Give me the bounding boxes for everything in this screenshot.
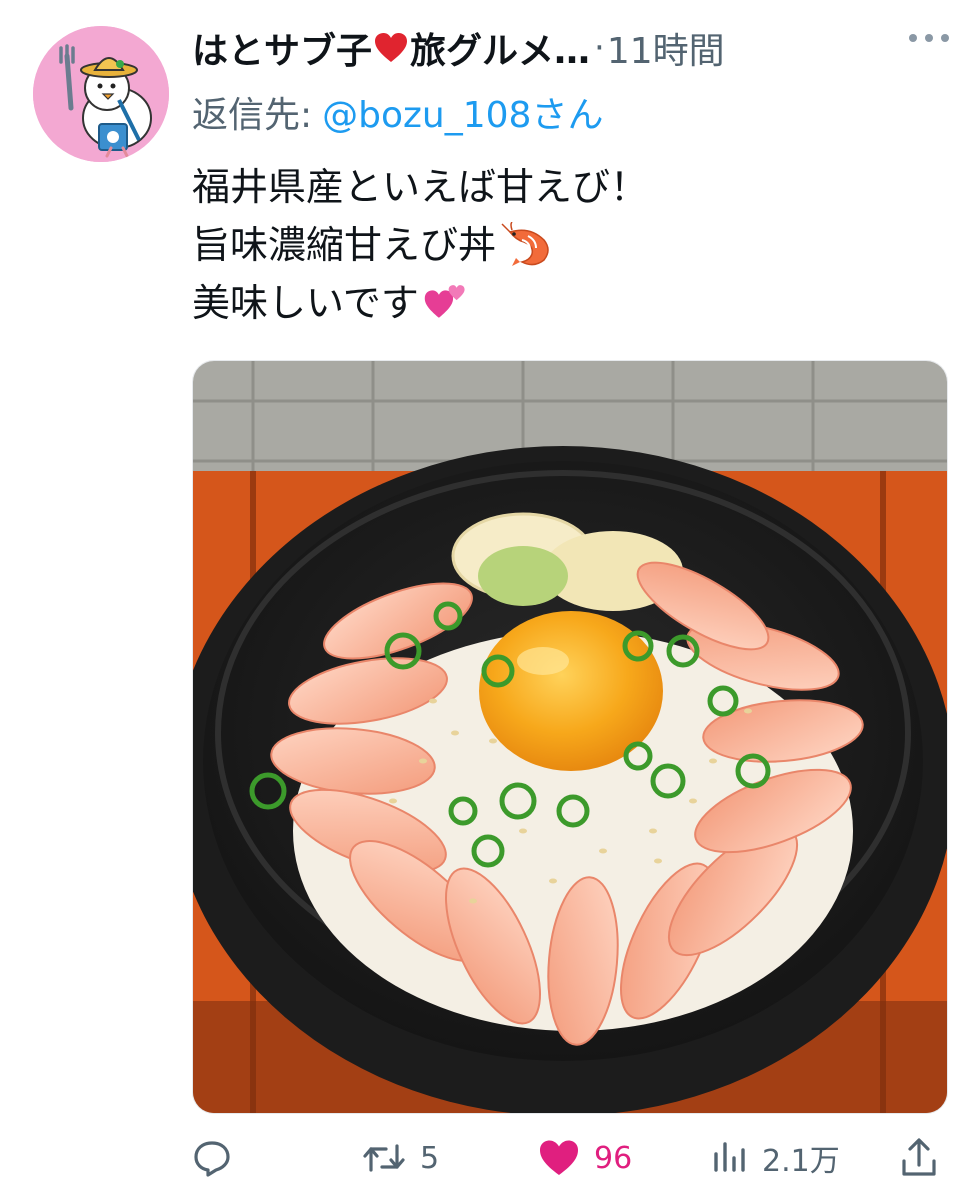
heart-icon xyxy=(540,1140,578,1175)
timestamp[interactable]: 11時間 xyxy=(607,22,725,74)
tweet-text-line-3: 美味しいです xyxy=(192,281,419,325)
avatar[interactable] xyxy=(33,26,169,162)
two-hearts-emoji-icon xyxy=(423,280,475,326)
like-button[interactable]: 96 xyxy=(538,1139,632,1177)
reply-icon xyxy=(194,1141,230,1177)
reply-button[interactable] xyxy=(192,1138,246,1178)
tweet-text-line-1: 福井県産といえば甘えび！ xyxy=(192,165,649,209)
reply-to-handle-link[interactable]: @bozu_108さん xyxy=(322,86,603,138)
tweet-text: 福井県産といえば甘えび！ 旨味濃縮甘えび丼 美味しいです xyxy=(192,158,932,332)
tweet-text-line: 美味しいです xyxy=(192,274,932,332)
reply-to-label: 返信先: xyxy=(192,95,313,136)
display-name-suffix[interactable]: 旅グルメ… xyxy=(410,22,590,74)
red-heart-emoji-icon xyxy=(374,32,408,64)
shrimp-emoji-icon xyxy=(500,221,552,268)
retweet-button[interactable]: 5 xyxy=(362,1138,439,1178)
tweet-header: はとサブ子 旅グルメ… · 11時間 xyxy=(192,18,957,78)
shrimp-rice-bowl-photo xyxy=(193,361,947,1113)
share-button[interactable] xyxy=(900,1137,938,1179)
display-name[interactable]: はとサブ子 xyxy=(192,22,372,74)
views-count: 2.1万 xyxy=(762,1144,840,1179)
views-icon xyxy=(714,1142,745,1172)
views-button[interactable]: 2.1万 xyxy=(712,1136,840,1180)
tweet-actions-bar: 5 96 2.1万 xyxy=(192,1128,947,1188)
tweet-text-line: 福井県産といえば甘えび！ xyxy=(192,158,932,216)
retweet-count: 5 xyxy=(420,1140,440,1176)
separator-dot: · xyxy=(594,28,605,68)
share-icon xyxy=(902,1138,936,1176)
more-options-icon[interactable] xyxy=(909,34,949,42)
retweet-icon xyxy=(363,1144,405,1172)
tweet-text-line-2: 旨味濃縮甘えび丼 xyxy=(192,223,497,267)
reply-context: 返信先: @bozu_108さん xyxy=(192,84,603,140)
like-count: 96 xyxy=(594,1140,633,1176)
pigeon-mascot-avatar-image xyxy=(33,26,169,162)
tweet-text-line: 旨味濃縮甘えび丼 xyxy=(192,216,932,274)
tweet-photo-amaebi-donburi[interactable] xyxy=(192,360,948,1114)
